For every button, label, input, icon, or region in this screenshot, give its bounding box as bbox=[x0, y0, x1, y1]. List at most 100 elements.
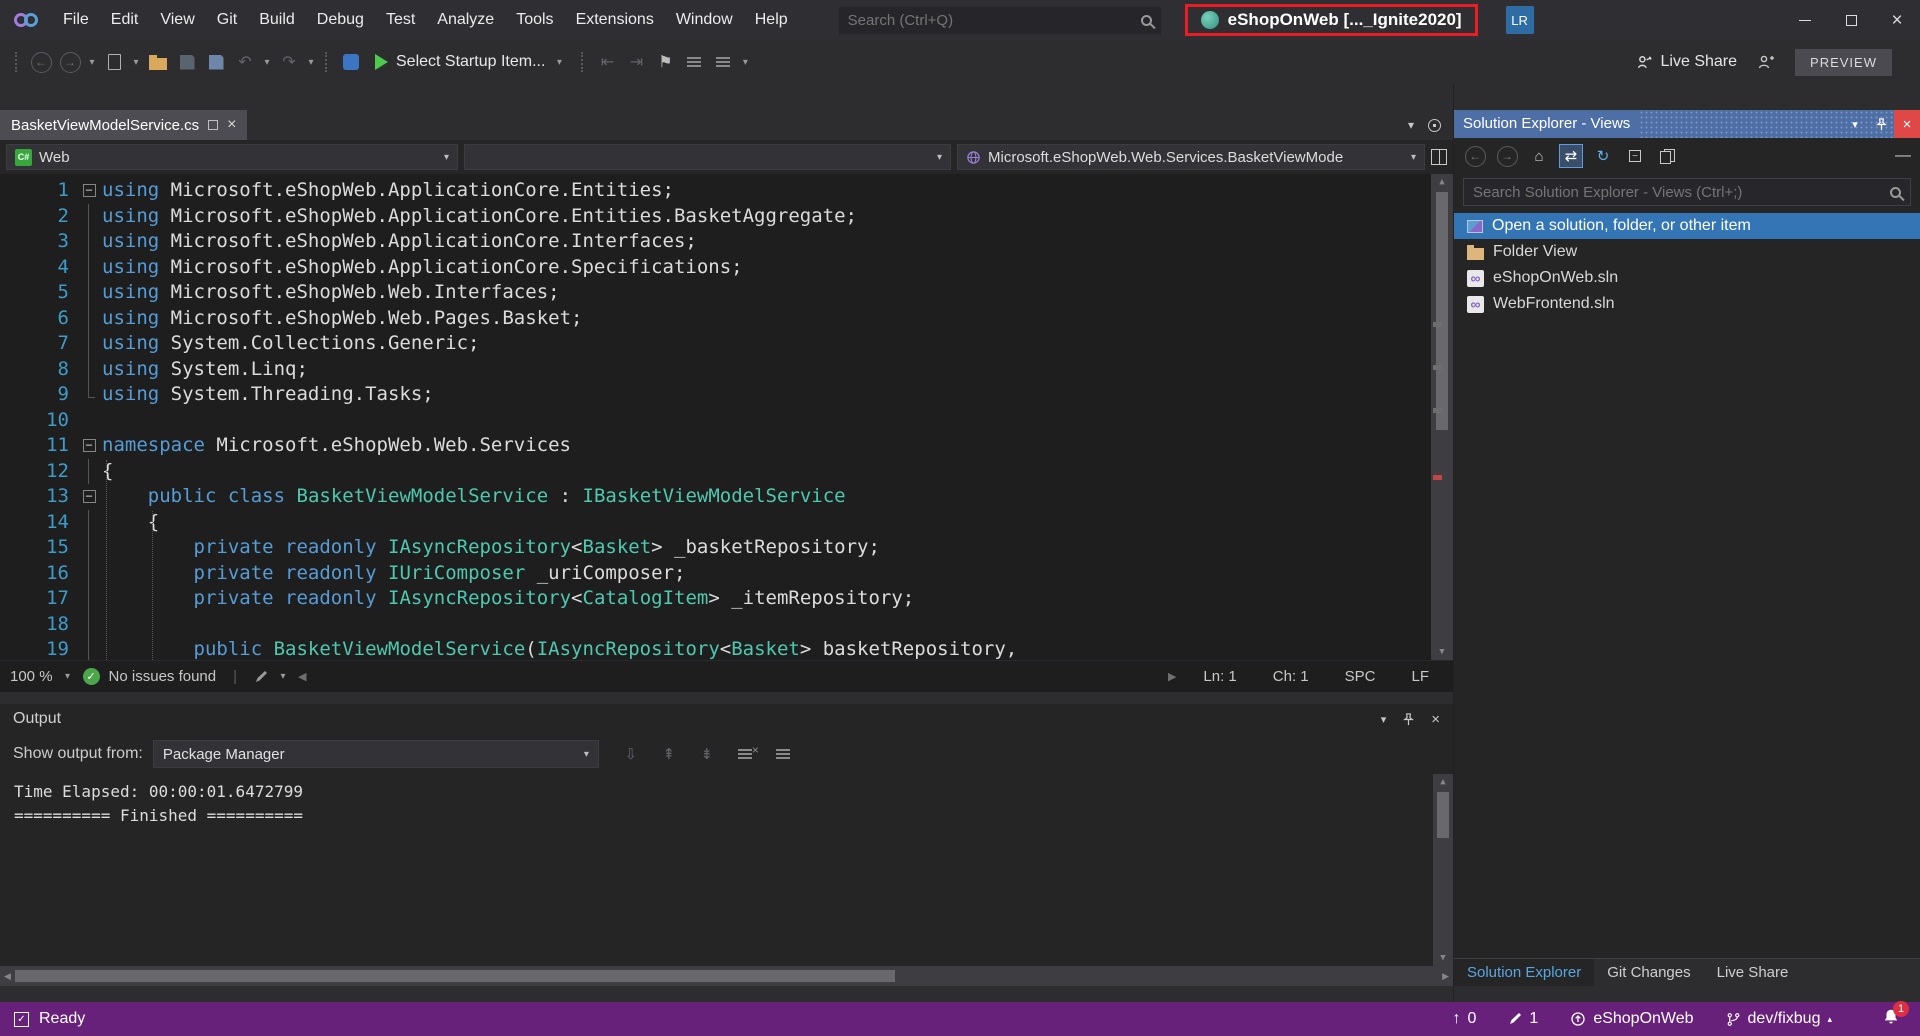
line-number[interactable]: 19 bbox=[0, 637, 76, 660]
save-all-icon[interactable] bbox=[203, 49, 229, 75]
next-message-icon[interactable]: ⇟ bbox=[695, 742, 719, 766]
code-line[interactable]: 1−using Microsoft.eShopWeb.ApplicationCo… bbox=[0, 178, 1453, 204]
keep-tab-open-icon[interactable] bbox=[208, 120, 218, 130]
solution-search-input[interactable] bbox=[1473, 184, 1882, 201]
output-vertical-scrollbar[interactable]: ▲ ▼ bbox=[1433, 774, 1453, 966]
line-number[interactable]: 2 bbox=[0, 204, 76, 230]
switch-views-icon[interactable]: ⇄ bbox=[1559, 144, 1583, 168]
history-back-icon[interactable]: ← bbox=[1463, 144, 1487, 168]
tab-close-icon[interactable]: × bbox=[227, 116, 236, 134]
code-line[interactable]: 15 private readonly IAsyncRepository<Bas… bbox=[0, 535, 1453, 561]
document-tab[interactable]: BasketViewModelService.cs × bbox=[0, 110, 247, 140]
menu-help[interactable]: Help bbox=[744, 0, 799, 40]
start-debugging-control[interactable]: Select Startup Item... ▾ bbox=[367, 53, 573, 71]
menu-extensions[interactable]: Extensions bbox=[565, 0, 665, 40]
window-position-icon[interactable]: ▾ bbox=[1381, 713, 1387, 726]
type-dropdown[interactable]: Microsoft.eShopWeb.Web.Services.BasketVi… bbox=[957, 144, 1425, 170]
split-editor-icon[interactable] bbox=[1431, 149, 1447, 165]
bookmark-icon[interactable]: ⚑ bbox=[652, 49, 678, 75]
line-number[interactable]: 7 bbox=[0, 331, 76, 357]
scrollbar-thumb[interactable] bbox=[15, 970, 895, 982]
zoom-level[interactable]: 100 % bbox=[10, 668, 53, 685]
window-position-icon[interactable]: ▾ bbox=[1842, 110, 1868, 138]
panel-tab-live-share[interactable]: Live Share bbox=[1704, 959, 1802, 986]
code-line[interactable]: 8using System.Linq; bbox=[0, 357, 1453, 383]
scrollbar-thumb[interactable] bbox=[1437, 792, 1449, 838]
line-number[interactable]: 5 bbox=[0, 280, 76, 306]
panel-tab-solution-explorer[interactable]: Solution Explorer bbox=[1454, 959, 1594, 986]
indent-decrease-icon[interactable]: ⇤ bbox=[594, 49, 620, 75]
tree-item[interactable]: Folder View bbox=[1454, 239, 1920, 265]
outgoing-commits[interactable]: ↑ 0 bbox=[1443, 1010, 1487, 1028]
zoom-dropdown-icon[interactable]: ▾ bbox=[62, 671, 74, 682]
line-number[interactable]: 3 bbox=[0, 229, 76, 255]
fold-box-icon[interactable]: − bbox=[83, 490, 96, 503]
home-icon[interactable]: ⌂ bbox=[1527, 144, 1551, 168]
line-number[interactable]: 18 bbox=[0, 612, 76, 638]
code-line[interactable]: 11−namespace Microsoft.eShopWeb.Web.Serv… bbox=[0, 433, 1453, 459]
minimize-button[interactable] bbox=[1782, 0, 1828, 40]
output-content[interactable]: Time Elapsed: 00:00:01.6472799==========… bbox=[0, 774, 1453, 966]
code-line[interactable]: 13− public class BasketViewModelService … bbox=[0, 484, 1453, 510]
code-line[interactable]: 18 bbox=[0, 612, 1453, 638]
code-line[interactable]: 19 public BasketViewModelService(IAsyncR… bbox=[0, 637, 1453, 660]
code-line[interactable]: 6using Microsoft.eShopWeb.Web.Pages.Bask… bbox=[0, 306, 1453, 332]
user-avatar[interactable]: LR bbox=[1506, 6, 1534, 34]
line-number[interactable]: 9 bbox=[0, 382, 76, 408]
save-icon[interactable] bbox=[174, 49, 200, 75]
line-number[interactable]: 17 bbox=[0, 586, 76, 612]
line-number[interactable]: 4 bbox=[0, 255, 76, 281]
line-indicator[interactable]: Ln: 1 bbox=[1203, 668, 1236, 685]
suggestions-pen-icon[interactable] bbox=[254, 670, 268, 684]
pending-changes[interactable]: 1 bbox=[1498, 1010, 1548, 1028]
uncomment-lines-icon[interactable] bbox=[710, 49, 736, 75]
menu-tools[interactable]: Tools bbox=[505, 0, 564, 40]
scrollbar-thumb[interactable] bbox=[1436, 192, 1448, 430]
scroll-left-icon[interactable]: ◀ bbox=[298, 670, 306, 683]
scroll-down-icon[interactable]: ▼ bbox=[1433, 950, 1453, 966]
line-number[interactable]: 8 bbox=[0, 357, 76, 383]
close-button[interactable]: × bbox=[1874, 0, 1920, 40]
startup-item-dropdown-icon[interactable]: ▾ bbox=[553, 57, 565, 68]
open-file-icon[interactable] bbox=[145, 49, 171, 75]
close-panel-icon[interactable]: × bbox=[1431, 711, 1440, 728]
indent-indicator[interactable]: SPC bbox=[1345, 668, 1376, 685]
line-number[interactable]: 13 bbox=[0, 484, 76, 510]
issues-status[interactable]: No issues found bbox=[109, 668, 217, 685]
collapse-all-icon[interactable]: − bbox=[1623, 144, 1647, 168]
line-number[interactable]: 16 bbox=[0, 561, 76, 587]
branch-indicator[interactable]: dev/fixbug ▴ bbox=[1716, 1010, 1842, 1028]
line-number[interactable]: 15 bbox=[0, 535, 76, 561]
redo-icon[interactable]: ↷ bbox=[276, 49, 302, 75]
menu-debug[interactable]: Debug bbox=[306, 0, 375, 40]
pin-icon[interactable] bbox=[1868, 110, 1894, 138]
code-line[interactable]: 7using System.Collections.Generic; bbox=[0, 331, 1453, 357]
editor-options-icon[interactable] bbox=[1428, 119, 1441, 132]
column-indicator[interactable]: Ch: 1 bbox=[1273, 668, 1309, 685]
repository-indicator[interactable]: eShopOnWeb bbox=[1560, 1010, 1703, 1028]
clear-all-icon[interactable] bbox=[733, 742, 757, 766]
line-number[interactable]: 14 bbox=[0, 510, 76, 536]
menu-file[interactable]: File bbox=[52, 0, 100, 40]
code-line[interactable]: 16 private readonly IUriComposer _uriCom… bbox=[0, 561, 1453, 587]
word-wrap-icon[interactable] bbox=[771, 742, 795, 766]
maximize-button[interactable] bbox=[1828, 0, 1874, 40]
quick-search-input[interactable] bbox=[848, 12, 1141, 29]
fold-marker[interactable]: − bbox=[76, 433, 102, 459]
browser-link-icon[interactable] bbox=[338, 49, 364, 75]
horizontal-scrollbar[interactable]: ◀ ▶ bbox=[298, 661, 1176, 692]
code-line[interactable]: 12{ bbox=[0, 459, 1453, 485]
code-line[interactable]: 17 private readonly IAsyncRepository<Cat… bbox=[0, 586, 1453, 612]
tree-item[interactable]: ∞eShopOnWeb.sln bbox=[1454, 265, 1920, 291]
fold-marker[interactable]: − bbox=[76, 178, 102, 204]
navigate-dropdown-icon[interactable]: ▾ bbox=[86, 57, 98, 68]
history-forward-icon[interactable]: → bbox=[1495, 144, 1519, 168]
new-file-dropdown-icon[interactable]: ▾ bbox=[130, 57, 142, 68]
panel-tab-git-changes[interactable]: Git Changes bbox=[1594, 959, 1703, 986]
code-line[interactable]: 4using Microsoft.eShopWeb.ApplicationCor… bbox=[0, 255, 1453, 281]
comment-lines-icon[interactable] bbox=[681, 49, 707, 75]
new-file-icon[interactable] bbox=[101, 49, 127, 75]
menu-view[interactable]: View bbox=[149, 0, 205, 40]
code-line[interactable]: 9using System.Threading.Tasks; bbox=[0, 382, 1453, 408]
scroll-left-icon[interactable]: ◀ bbox=[4, 971, 11, 982]
